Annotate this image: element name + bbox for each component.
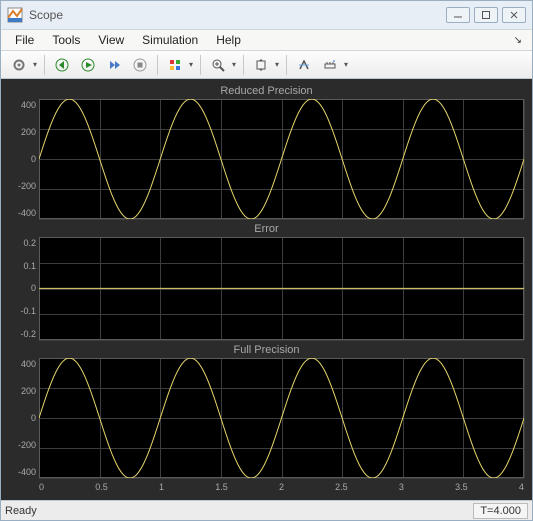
menu-help[interactable]: Help (208, 31, 249, 49)
subplot-title: Error (9, 223, 524, 237)
ytick: -0.2 (9, 329, 36, 339)
subplot-title: Reduced Precision (9, 85, 524, 99)
ytick: -0.1 (9, 306, 36, 316)
statusbar: Ready T=4.000 (1, 500, 532, 520)
titlebar: Scope (1, 1, 532, 29)
ytick: -200 (9, 440, 36, 450)
subplot-error: Error 0.2 0.1 0 -0.1 -0.2 (9, 223, 524, 340)
menubar-overflow-icon[interactable]: ↘ (510, 35, 526, 46)
plot-canvas-full[interactable] (39, 358, 524, 478)
dropdown-icon[interactable]: ▾ (187, 60, 195, 69)
step-forward-button[interactable] (102, 54, 126, 76)
status-time: T=4.000 (473, 503, 528, 519)
ytick: 400 (9, 359, 36, 369)
plot-canvas-error[interactable] (39, 237, 524, 340)
ytick: 0.2 (9, 238, 36, 248)
stop-button[interactable] (128, 54, 152, 76)
xaxis-row: 0 0.5 1 1.5 2 2.5 3 3.5 4 (9, 482, 524, 496)
ytick: 0 (9, 413, 36, 423)
yaxis-full: 400 200 0 -200 -400 (9, 358, 39, 478)
step-back-button[interactable] (50, 54, 74, 76)
menu-tools[interactable]: Tools (44, 31, 88, 49)
xtick: 0.5 (95, 482, 108, 496)
maximize-button[interactable] (474, 7, 498, 23)
xtick: 1.5 (215, 482, 228, 496)
ytick: -400 (9, 208, 36, 218)
menu-file[interactable]: File (7, 31, 42, 49)
xtick: 0 (39, 482, 44, 496)
ytick: 0 (9, 154, 36, 164)
yaxis-reduced: 400 200 0 -200 -400 (9, 99, 39, 219)
ytick: 0 (9, 283, 36, 293)
toolbar: ▾ ▾ ▾ ▾ ▾ (1, 51, 532, 79)
xtick: 3.5 (455, 482, 468, 496)
triggers-button[interactable] (292, 54, 316, 76)
menu-simulation[interactable]: Simulation (134, 31, 206, 49)
ytick: 200 (9, 127, 36, 137)
run-button[interactable] (76, 54, 100, 76)
signal-selector-button[interactable] (163, 54, 187, 76)
subplot-title: Full Precision (9, 344, 524, 358)
configure-button[interactable] (7, 54, 31, 76)
dropdown-icon[interactable]: ▾ (230, 60, 238, 69)
dropdown-icon[interactable]: ▾ (273, 60, 281, 69)
window-title: Scope (29, 8, 446, 22)
dropdown-icon[interactable]: ▾ (342, 60, 350, 69)
plot-area: Reduced Precision 400 200 0 -200 -400 Er… (1, 79, 532, 500)
menubar: File Tools View Simulation Help ↘ (1, 29, 532, 51)
status-ready: Ready (5, 505, 473, 517)
ytick: -400 (9, 467, 36, 477)
scope-window: Scope File Tools View Simulation Help ↘ … (0, 0, 533, 521)
xtick: 2.5 (335, 482, 348, 496)
ytick: 0.1 (9, 261, 36, 271)
menu-view[interactable]: View (90, 31, 132, 49)
yaxis-error: 0.2 0.1 0 -0.1 -0.2 (9, 237, 39, 340)
ytick: -200 (9, 181, 36, 191)
app-logo-icon (7, 7, 23, 23)
ytick: 200 (9, 386, 36, 396)
subplot-full: Full Precision 400 200 0 -200 -400 (9, 344, 524, 478)
close-button[interactable] (502, 7, 526, 23)
xaxis: 0 0.5 1 1.5 2 2.5 3 3.5 4 (39, 482, 524, 496)
measurements-button[interactable] (318, 54, 342, 76)
ytick: 400 (9, 100, 36, 110)
xtick: 1 (159, 482, 164, 496)
minimize-button[interactable] (446, 7, 470, 23)
plot-canvas-reduced[interactable] (39, 99, 524, 219)
zoom-button[interactable] (206, 54, 230, 76)
subplot-reduced: Reduced Precision 400 200 0 -200 -400 (9, 85, 524, 219)
xtick: 2 (279, 482, 284, 496)
autoscale-button[interactable] (249, 54, 273, 76)
xtick: 3 (399, 482, 404, 496)
xtick: 4 (519, 482, 524, 496)
dropdown-icon[interactable]: ▾ (31, 60, 39, 69)
